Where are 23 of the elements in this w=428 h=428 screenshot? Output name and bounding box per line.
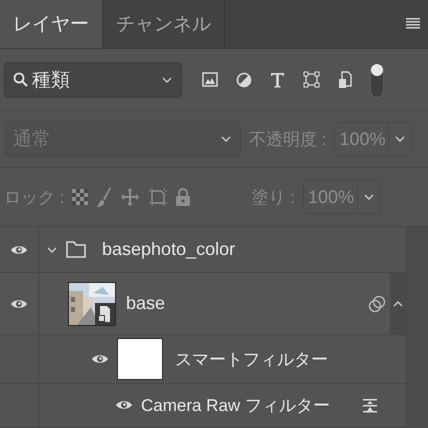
layer-name: スマートフィルター [175,348,328,371]
overlapping-circles-icon [368,294,386,313]
panel-tab[interactable]: レイヤー [0,0,103,48]
image-icon[interactable] [202,72,218,87]
layer-name: basephoto_color [102,239,236,260]
eye-icon[interactable] [115,399,133,412]
eye-icon[interactable] [10,298,28,310]
folder-icon [66,241,86,258]
document-icon[interactable] [338,70,352,88]
filter-mask-thumbnail [117,338,163,380]
eye-icon[interactable] [10,244,28,256]
text-icon[interactable] [270,72,285,88]
transform-icon[interactable] [303,71,320,88]
smart-object-icon [95,302,115,325]
half-circle-icon[interactable] [236,72,252,88]
blending-options-icon[interactable] [362,397,378,414]
filter-toggle[interactable] [370,62,384,98]
eye-icon[interactable] [91,353,109,366]
filter-dropdown[interactable]: 種類 [4,62,182,98]
search-icon [13,72,28,87]
filter-name: Camera Raw フィルター [141,394,330,417]
layer-name: base [126,293,166,314]
menu-icon[interactable] [406,18,420,30]
